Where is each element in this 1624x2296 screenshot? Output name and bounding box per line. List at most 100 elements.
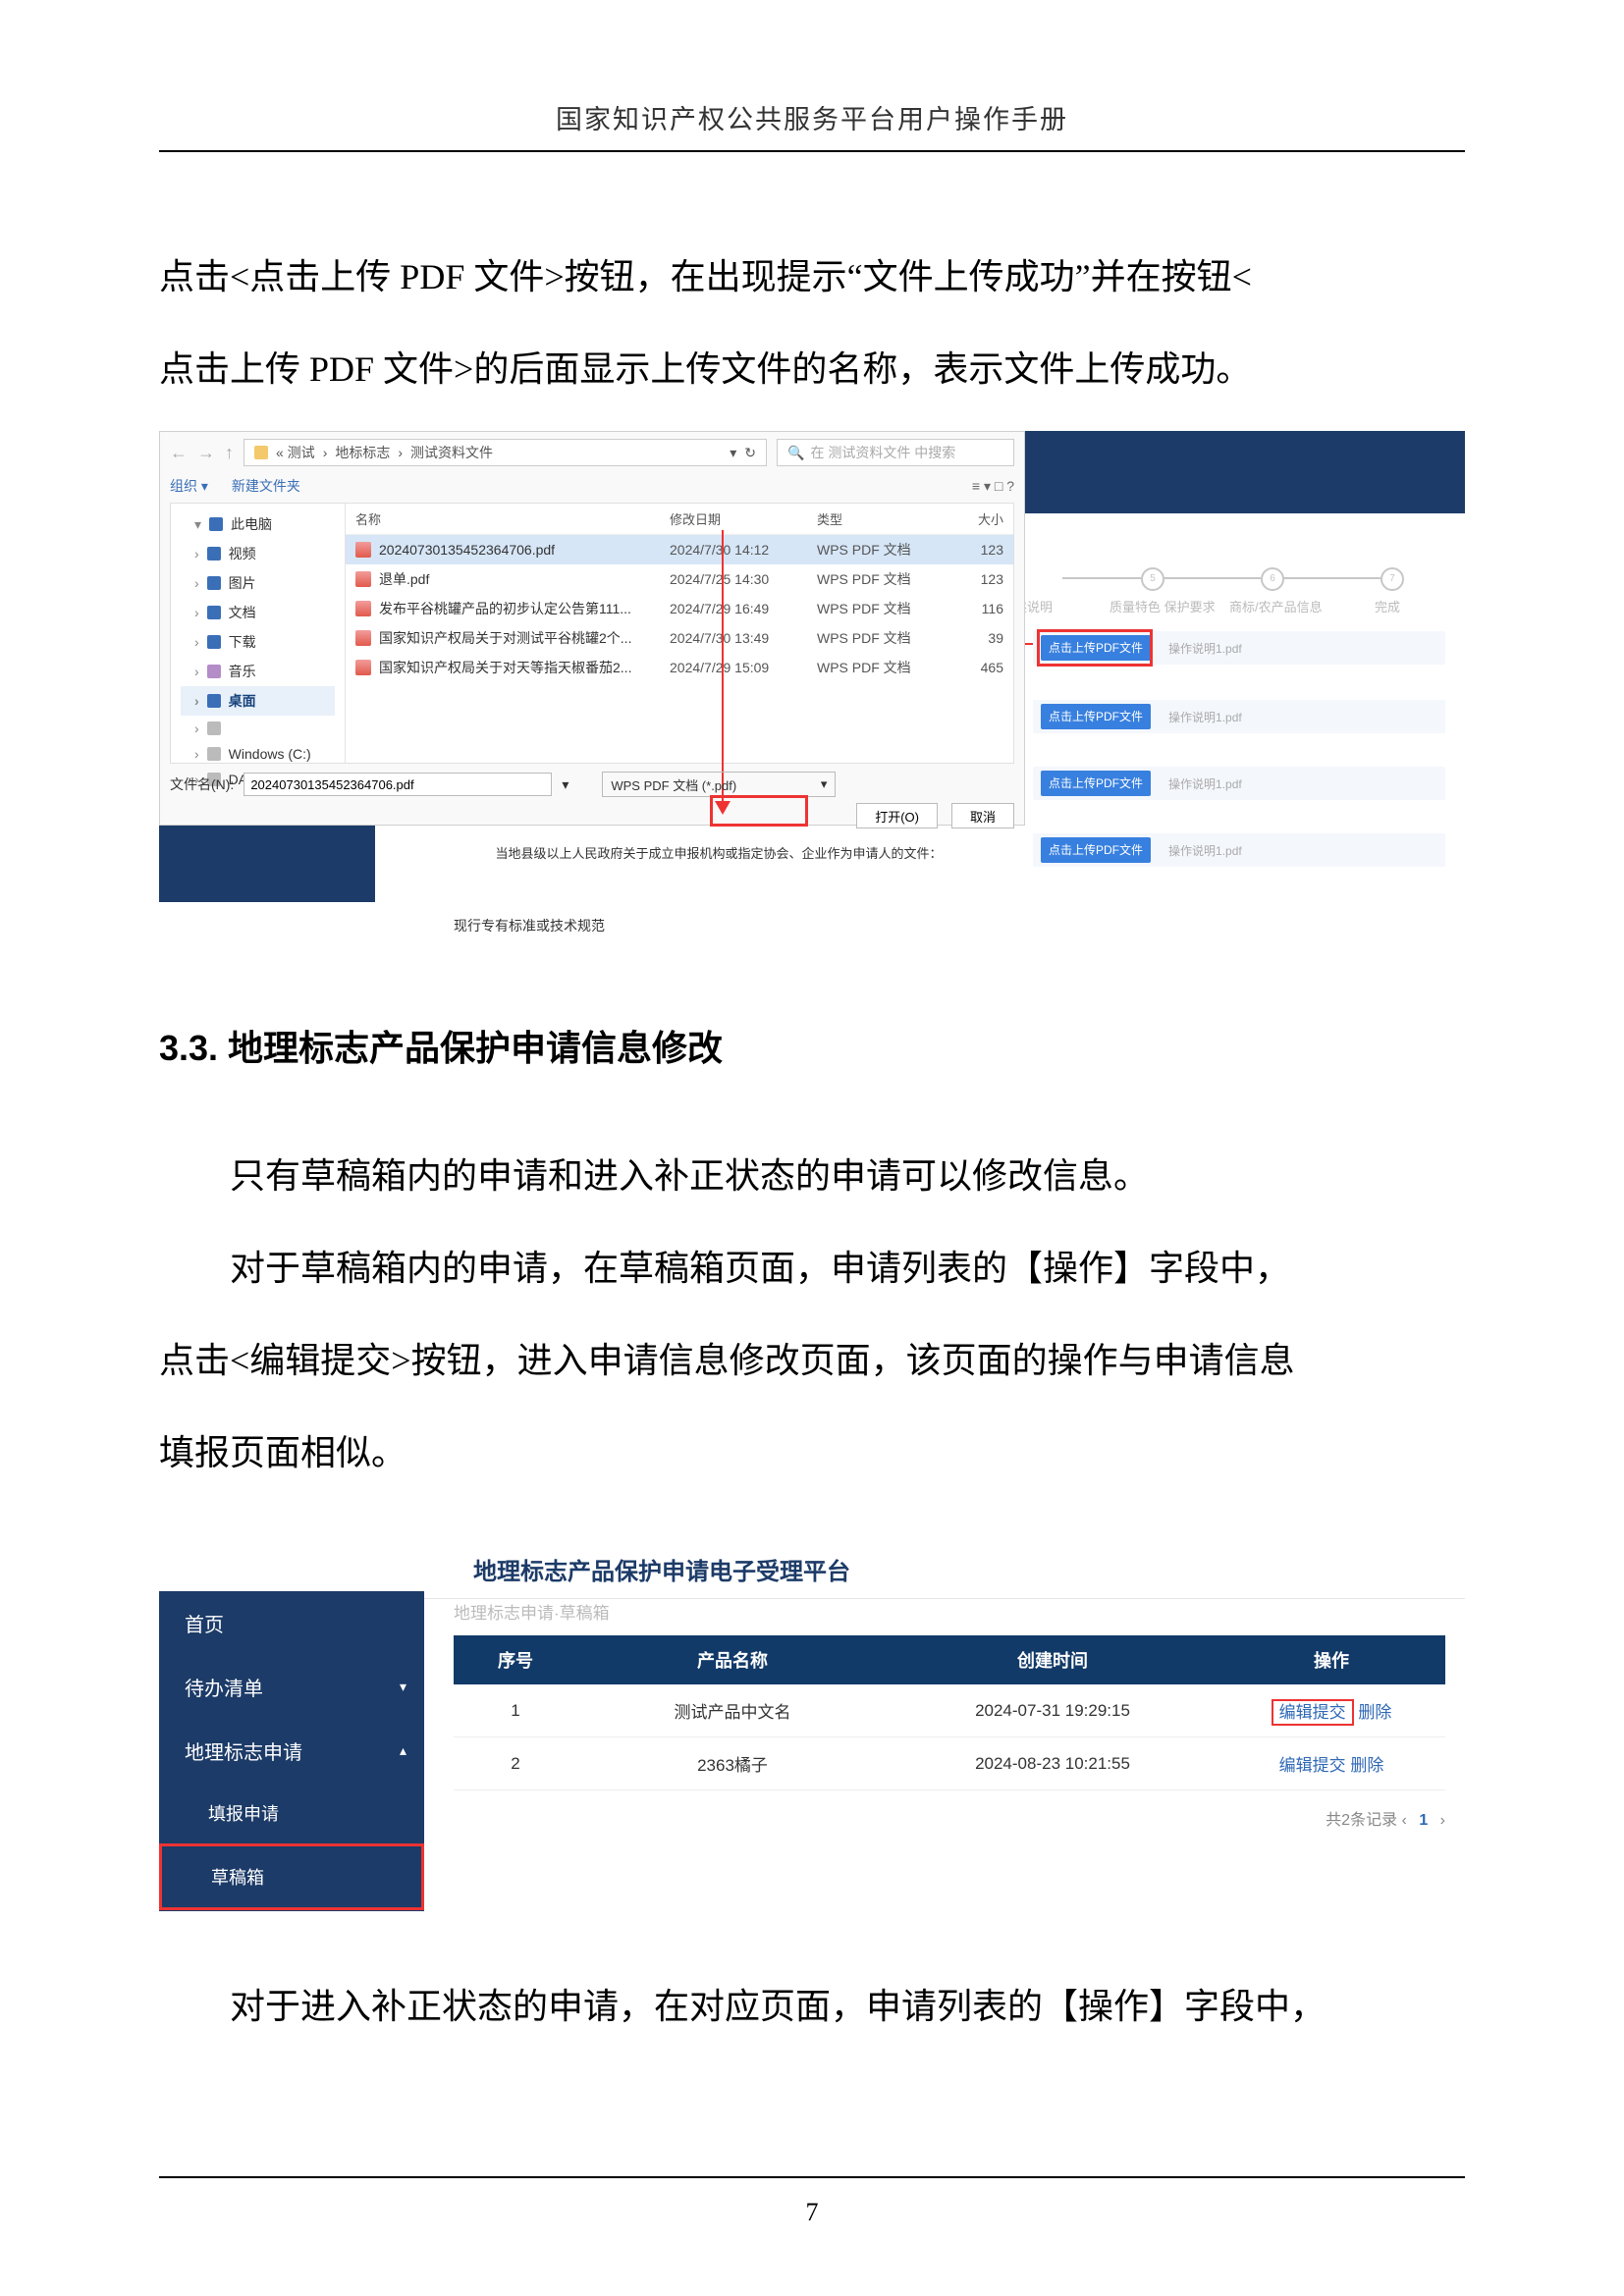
drive-icon [207, 747, 221, 761]
pager-next[interactable]: › [1440, 1812, 1445, 1829]
paragraph-2: 只有草稿箱内的申请和进入补正状态的申请可以修改信息。 [159, 1130, 1465, 1222]
main-panel: 地理标志申请·草稿箱 序号 产品名称 创建时间 操作 1 测试产品中文 [454, 1599, 1445, 1830]
file-list: 名称 修改日期 类型 大小 20240730135452364706.pdf 2… [346, 504, 1013, 763]
sidebar-pictures[interactable]: ›图片 [181, 568, 335, 598]
th-no: 序号 [454, 1635, 577, 1684]
paragraph-3a: 对于草稿箱内的申请，在草稿箱页面，申请列表的【操作】字段中， [159, 1222, 1465, 1314]
dialog-nav: ← → ↑ « 测试 › 地标标志 › 测试资料文件 ▾ ↻ [170, 438, 1014, 467]
guidance-text: 当地县级以上人民政府关于成立申报机构或指定协会、企业作为申请人的文件： [454, 843, 984, 865]
step-5-label: 质量特色 保护要求 [1110, 597, 1216, 615]
sidebar-item-draft[interactable]: 草稿箱 [159, 1843, 424, 1910]
paragraph-4: 对于进入补正状态的申请，在对应页面，申请列表的【操作】字段中， [159, 1960, 1465, 2053]
cell-no: 1 [454, 1684, 577, 1737]
sidebar-downloads[interactable]: ›下载 [181, 627, 335, 657]
page-number: 7 [0, 2198, 1624, 2227]
sidebar: 首页 待办清单▾ 地理标志申请▴ 填报申请 草稿箱 申请信息查询 [159, 1591, 424, 1911]
pager-prev[interactable]: ‹ [1402, 1812, 1407, 1829]
step-bar: 产品描述说明 5 质量特色 保护要求 6 商标/农产品信息 7 完成 [994, 567, 1465, 597]
cell-created: 2024-08-23 10:21:55 [888, 1737, 1218, 1790]
file-type-select[interactable]: WPS PDF 文档 (*.pdf)▾ [602, 772, 836, 797]
draft-table: 序号 产品名称 创建时间 操作 1 测试产品中文名 2024-07-31 19:… [454, 1635, 1445, 1790]
sidebar-win-c[interactable]: ›Windows (C:) [181, 741, 335, 767]
header-rule [159, 150, 1465, 152]
screenshot-file-upload: 产品描述说明 5 质量特色 保护要求 6 商标/农产品信息 7 完成 [159, 431, 1465, 951]
refresh-icon[interactable]: ↻ [744, 445, 756, 461]
delete-link[interactable]: 删除 [1350, 1756, 1383, 1775]
music-icon [207, 665, 221, 678]
nav-back-icon[interactable]: ← [170, 443, 188, 463]
sidebar-music[interactable]: ›音乐 [181, 657, 335, 686]
nav-forward-icon[interactable]: → [197, 443, 215, 463]
hdr-type[interactable]: 类型 [817, 509, 945, 528]
file-row[interactable]: 国家知识产权局关于对天等指天椒番茄2... 2024/7/29 15:09 WP… [346, 653, 1013, 682]
step-7-dot: 7 [1380, 567, 1404, 591]
table-row: 1 测试产品中文名 2024-07-31 19:29:15 编辑提交 删除 [454, 1684, 1445, 1737]
cell-no: 2 [454, 1737, 577, 1790]
view-mode-icons[interactable]: ≡ ▾ □ ? [972, 478, 1014, 495]
folder-icon [254, 446, 268, 459]
file-row[interactable]: 国家知识产权局关于对测试平谷桃罐2个... 2024/7/30 13:49 WP… [346, 623, 1013, 653]
nav-up-icon[interactable]: ↑ [225, 443, 234, 463]
step-line [1282, 577, 1380, 579]
upload-row-3: 点击上传PDF文件 操作说明1.pdf [1033, 767, 1445, 800]
cell-name: 2363橘子 [577, 1737, 888, 1790]
filename-dropdown-icon[interactable]: ▾ [562, 776, 568, 793]
paragraph-1-line-b: 点击上传 PDF 文件>的后面显示上传文件的名称，表示文件上传成功。 [159, 323, 1465, 415]
file-row[interactable]: 20240730135452364706.pdf 2024/7/30 14:12… [346, 535, 1013, 564]
sidebar-this-pc[interactable]: ▾此电脑 [181, 509, 335, 539]
step-line [1163, 577, 1261, 579]
sidebar-docs[interactable]: ›文档 [181, 598, 335, 627]
edit-submit-link[interactable]: 编辑提交 [1272, 1699, 1354, 1726]
th-op: 操作 [1218, 1635, 1445, 1684]
paragraph-1-line-a: 点击<点击上传 PDF 文件>按钮，在出现提示“文件上传成功”并在按钮< [159, 231, 1465, 323]
pager-total: 共2条记录 [1326, 1812, 1397, 1829]
path-bar[interactable]: « 测试 › 地标标志 › 测试资料文件 ▾ ↻ [244, 439, 767, 466]
search-icon: 🔍 [787, 445, 804, 461]
chevron-up-icon: ▴ [400, 1742, 406, 1759]
sidebar-desktop[interactable]: ›桌面 [181, 686, 335, 716]
delete-link[interactable]: 删除 [1358, 1703, 1391, 1722]
hdr-date[interactable]: 修改日期 [670, 509, 817, 528]
path-prefix: « 测试 [276, 443, 315, 462]
new-folder-button[interactable]: 新建文件夹 [232, 476, 300, 496]
file-list-header: 名称 修改日期 类型 大小 [346, 504, 1013, 535]
upload-row-4: 点击上传PDF文件 操作说明1.pdf [1033, 833, 1445, 867]
path-dropdown-icon[interactable]: ▾ [730, 445, 736, 461]
search-box[interactable]: 🔍 在 测试资料文件 中搜索 [777, 439, 1014, 466]
sidebar-item-home[interactable]: 首页 [159, 1591, 424, 1655]
upload-pdf-button[interactable]: 点击上传PDF文件 [1041, 704, 1151, 729]
search-placeholder: 在 测试资料文件 中搜索 [810, 443, 955, 462]
step-line [1062, 577, 1141, 579]
path-sep: › [323, 445, 328, 460]
file-row[interactable]: 退单.pdf 2024/7/25 14:30 WPS PDF 文档 123 [346, 564, 1013, 594]
path-seg-2: 测试资料文件 [410, 443, 493, 462]
sidebar-blank[interactable]: › [181, 716, 335, 741]
sidebar-item-gi-apply[interactable]: 地理标志申请▴ [159, 1719, 424, 1783]
hdr-name[interactable]: 名称 [355, 509, 670, 528]
upload-hint-1: 操作说明1.pdf [1168, 640, 1242, 657]
pc-icon [209, 517, 223, 531]
step-6-dot: 6 [1261, 567, 1284, 591]
cancel-button[interactable]: 取消 [951, 803, 1014, 828]
file-row[interactable]: 发布平谷桃罐产品的初步认定公告第111... 2024/7/29 16:49 W… [346, 594, 1013, 623]
sidebar-item-info-query[interactable]: 申请信息查询 [159, 1910, 424, 1974]
upload-pdf-button[interactable]: 点击上传PDF文件 [1041, 837, 1151, 863]
pager-current[interactable]: 1 [1419, 1812, 1428, 1829]
sidebar-item-todo[interactable]: 待办清单▾ [159, 1655, 424, 1719]
sidebar-item-fill[interactable]: 填报申请 [159, 1783, 424, 1843]
pdf-file-icon [355, 630, 371, 646]
bottom-label: 现行专有标准或技术规范 [454, 916, 605, 935]
th-name: 产品名称 [577, 1635, 888, 1684]
upload-row-2: 点击上传PDF文件 操作说明1.pdf [1033, 700, 1445, 733]
pdf-file-icon [355, 542, 371, 558]
hdr-size[interactable]: 大小 [945, 509, 1003, 528]
cell-op: 编辑提交 删除 [1218, 1684, 1445, 1737]
organize-menu[interactable]: 组织 ▾ [170, 476, 208, 496]
cell-op: 编辑提交 删除 [1218, 1737, 1445, 1790]
open-button[interactable]: 打开(O) [856, 803, 938, 828]
th-created: 创建时间 [888, 1635, 1218, 1684]
sidebar-videos[interactable]: ›视频 [181, 539, 335, 568]
upload-pdf-button[interactable]: 点击上传PDF文件 [1041, 771, 1151, 796]
edit-submit-link[interactable]: 编辑提交 [1279, 1756, 1346, 1775]
filename-input[interactable] [244, 773, 552, 796]
